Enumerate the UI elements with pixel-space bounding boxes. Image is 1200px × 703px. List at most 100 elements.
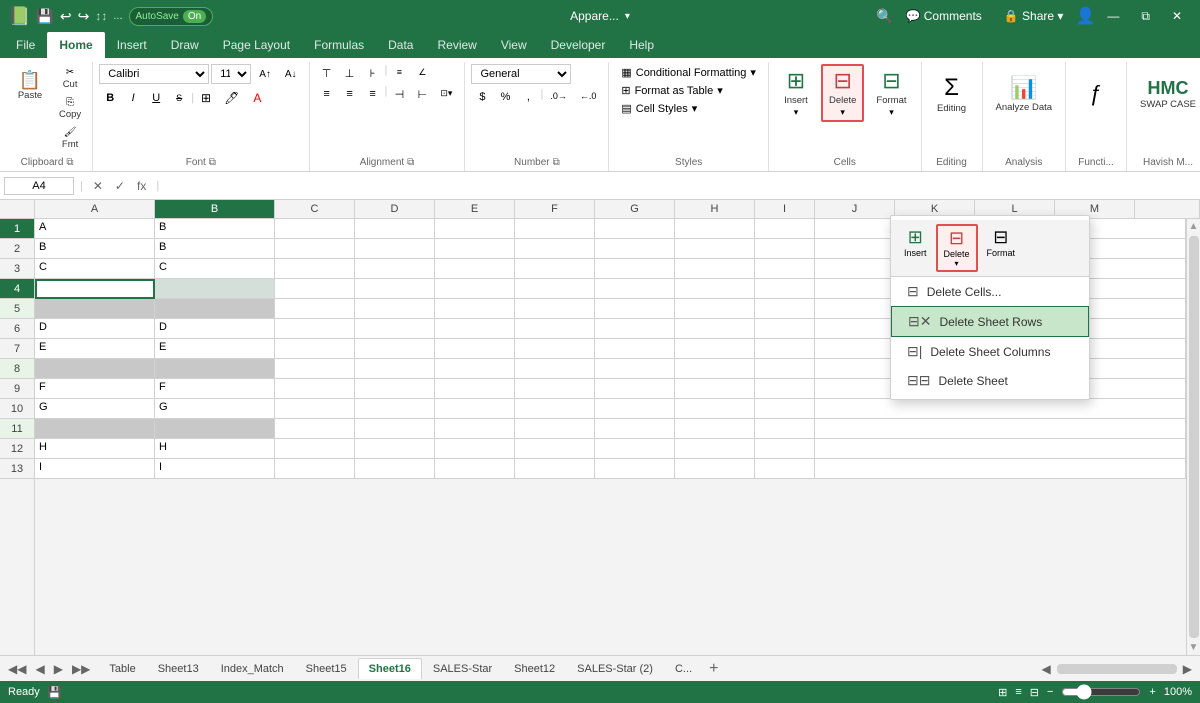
angle-text-btn[interactable]: ∠: [411, 64, 433, 83]
comments-btn[interactable]: 💬 Comments: [895, 5, 991, 27]
cell-C2[interactable]: [275, 239, 355, 259]
cell-C4[interactable]: [275, 279, 355, 299]
sheet-tab-index-match[interactable]: Index_Match: [210, 658, 295, 679]
tab-scroll-h-right[interactable]: ▶: [1179, 660, 1196, 678]
cell-B11[interactable]: [155, 419, 275, 439]
sheet-tab-sales-star-2[interactable]: SALES-Star (2): [566, 658, 664, 679]
cell-I6[interactable]: [755, 319, 815, 339]
cell-I7[interactable]: [755, 339, 815, 359]
cell-F2[interactable]: [515, 239, 595, 259]
cell-D5[interactable]: [355, 299, 435, 319]
cell-D12[interactable]: [355, 439, 435, 459]
cell-G4[interactable]: [595, 279, 675, 299]
border-btn[interactable]: ⊞: [195, 88, 217, 108]
row-num-8[interactable]: 8: [0, 359, 34, 379]
row-num-1[interactable]: 1: [0, 219, 34, 239]
sheet-scroll-right-btn[interactable]: ▶: [50, 660, 67, 678]
cell-G10[interactable]: [595, 399, 675, 419]
cell-G5[interactable]: [595, 299, 675, 319]
sheet-tab-sheet15[interactable]: Sheet15: [295, 658, 358, 679]
analyze-data-btn[interactable]: 📊 Analyze Data: [989, 64, 1060, 124]
align-right-btn[interactable]: ≡: [362, 85, 384, 104]
cell-H3[interactable]: [675, 259, 755, 279]
cell-I10[interactable]: [755, 399, 815, 419]
cell-E12[interactable]: [435, 439, 515, 459]
cell-E13[interactable]: [435, 459, 515, 479]
underline-btn[interactable]: U: [145, 89, 167, 107]
col-header-G[interactable]: G: [595, 200, 675, 218]
close-btn[interactable]: ✕: [1162, 5, 1192, 27]
number-expander[interactable]: ⧉: [553, 157, 560, 168]
dropdown-arrow[interactable]: ▾: [625, 11, 630, 22]
scroll-thumb-v[interactable]: [1189, 236, 1199, 638]
cell-J10[interactable]: [815, 399, 1186, 419]
tab-insert[interactable]: Insert: [105, 32, 159, 58]
cell-G12[interactable]: [595, 439, 675, 459]
cell-H5[interactable]: [675, 299, 755, 319]
cell-C6[interactable]: [275, 319, 355, 339]
cell-J11[interactable]: [815, 419, 1186, 439]
cell-G11[interactable]: [595, 419, 675, 439]
cell-D9[interactable]: [355, 379, 435, 399]
delete-cells-btn[interactable]: ⊟ Delete ▾: [821, 64, 864, 122]
cell-C9[interactable]: [275, 379, 355, 399]
increase-indent-btn[interactable]: ⊢: [411, 85, 433, 104]
sheet-tab-c[interactable]: C...: [664, 658, 703, 679]
fill-color-btn[interactable]: 🖊: [218, 88, 245, 108]
cell-G13[interactable]: [595, 459, 675, 479]
cell-I9[interactable]: [755, 379, 815, 399]
maximize-btn[interactable]: ⧉: [1131, 5, 1160, 28]
cell-H9[interactable]: [675, 379, 755, 399]
insert-cells-btn[interactable]: ⊞ Insert ▾: [775, 64, 817, 122]
cell-A10[interactable]: G: [35, 399, 155, 419]
cell-F10[interactable]: [515, 399, 595, 419]
format-cells-btn[interactable]: ⊟ Format ▾: [868, 64, 914, 122]
decrease-indent-btn[interactable]: ⊣: [388, 85, 410, 104]
tab-file[interactable]: File: [4, 32, 47, 58]
cell-D6[interactable]: [355, 319, 435, 339]
cell-B7[interactable]: E: [155, 339, 275, 359]
cell-H6[interactable]: [675, 319, 755, 339]
sheet-tab-sheet13[interactable]: Sheet13: [147, 658, 210, 679]
zoom-in-btn[interactable]: +: [1149, 686, 1155, 698]
cell-C10[interactable]: [275, 399, 355, 419]
delete-sheet-cols-item[interactable]: ⊟| Delete Sheet Columns: [891, 337, 1089, 366]
format-as-table-btn[interactable]: ⊞ Format as Table ▾: [615, 82, 728, 99]
cell-E5[interactable]: [435, 299, 515, 319]
editing-btn[interactable]: Σ Editing: [928, 64, 976, 124]
undo-btn[interactable]: ↩: [60, 8, 72, 25]
strikethrough-btn[interactable]: S: [168, 90, 190, 106]
cell-E4[interactable]: [435, 279, 515, 299]
align-top-btn[interactable]: ⊤: [316, 64, 338, 83]
zoom-slider[interactable]: [1061, 684, 1141, 700]
cell-A12[interactable]: H: [35, 439, 155, 459]
cell-E2[interactable]: [435, 239, 515, 259]
accounting-btn[interactable]: $: [471, 88, 493, 106]
cell-B12[interactable]: H: [155, 439, 275, 459]
font-size-select[interactable]: 11: [211, 64, 251, 84]
cell-reference-input[interactable]: [4, 177, 74, 195]
page-layout-view-icon[interactable]: ≡: [1015, 686, 1021, 698]
autosave-toggle[interactable]: AutoSave On: [129, 7, 214, 26]
share-btn[interactable]: 🔒 Share ▾: [994, 5, 1074, 27]
tab-draw[interactable]: Draw: [159, 32, 211, 58]
row-num-13[interactable]: 13: [0, 459, 34, 479]
row-num-11[interactable]: 11: [0, 419, 34, 439]
scroll-down-btn[interactable]: ▼: [1189, 640, 1199, 655]
sheet-tab-sheet16[interactable]: Sheet16: [358, 658, 422, 679]
cell-F7[interactable]: [515, 339, 595, 359]
cells-submenu-insert[interactable]: ⊞ Insert: [897, 224, 934, 272]
cell-E9[interactable]: [435, 379, 515, 399]
cell-F13[interactable]: [515, 459, 595, 479]
cell-E3[interactable]: [435, 259, 515, 279]
tab-formulas[interactable]: Formulas: [302, 32, 376, 58]
cell-F1[interactable]: [515, 219, 595, 239]
cell-A1[interactable]: A: [35, 219, 155, 239]
delete-cells-item[interactable]: ⊟ Delete Cells...: [891, 277, 1089, 306]
cell-B13[interactable]: I: [155, 459, 275, 479]
row-num-10[interactable]: 10: [0, 399, 34, 419]
cell-D2[interactable]: [355, 239, 435, 259]
row-num-3[interactable]: 3: [0, 259, 34, 279]
alignment-expander[interactable]: ⧉: [407, 157, 414, 168]
decrease-decimal-btn[interactable]: ←.0: [574, 88, 603, 106]
